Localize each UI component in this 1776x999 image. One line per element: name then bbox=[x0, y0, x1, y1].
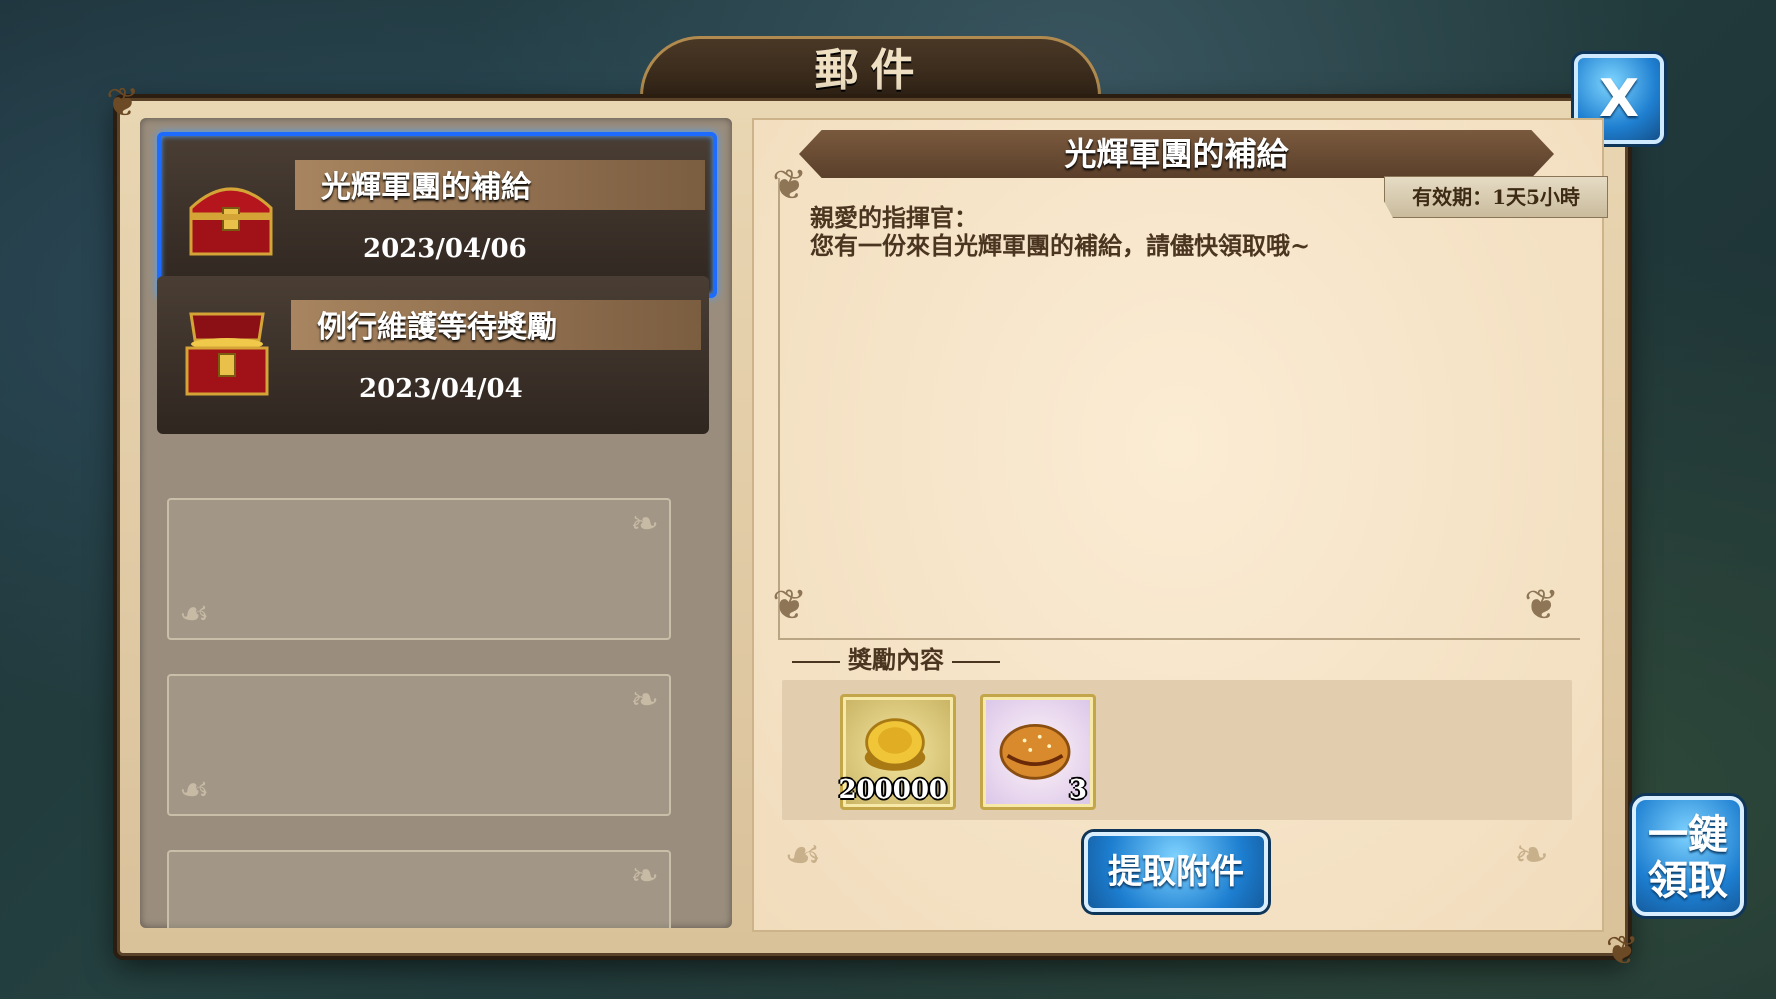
empty-mail-slot: ❧ ☙ bbox=[167, 498, 671, 640]
frame-corner-ornament: ❦ bbox=[106, 80, 140, 126]
divider bbox=[792, 660, 840, 663]
flourish-ornament: ❧ bbox=[1514, 830, 1550, 879]
claim-all-line: 一鍵 bbox=[1648, 811, 1728, 858]
flourish-ornament: ☙ bbox=[179, 594, 210, 634]
reward-item-gold[interactable]: 200000 bbox=[838, 694, 956, 810]
flourish-ornament: ☙ bbox=[179, 770, 210, 810]
window-title: 郵件 bbox=[640, 36, 1101, 103]
frame-corner-ornament: ❦ bbox=[1605, 928, 1639, 974]
empty-mail-slot: ❧ ☙ bbox=[167, 674, 671, 816]
closed-treasure-chest-icon bbox=[189, 187, 273, 256]
claim-all-line: 領取 bbox=[1648, 857, 1728, 904]
mail-item-1[interactable]: 光輝軍團的補給 2023/04/06 bbox=[157, 132, 717, 298]
reward-quantity: 3 bbox=[1068, 775, 1087, 805]
mail-detail-panel: 光輝軍團的補給 有效期：1天5小時 ❦ ❦ ❦ 親愛的指揮官： 您有一份來自光輝… bbox=[752, 118, 1608, 932]
mail-item-2[interactable]: 例行維護等待獎勵 2023/04/04 bbox=[157, 276, 709, 434]
mail-date: 2023/04/04 bbox=[359, 374, 523, 404]
flourish-ornament: ❦ bbox=[1524, 580, 1560, 629]
flourish-ornament: ❧ bbox=[630, 504, 660, 544]
mail-date: 2023/04/06 bbox=[363, 234, 527, 264]
reward-section-label: 獎勵內容 bbox=[784, 640, 1008, 675]
reward-label-text: 獎勵內容 bbox=[848, 645, 944, 674]
flourish-ornament: ❦ bbox=[772, 580, 808, 629]
reward-quantity: 200000 bbox=[838, 775, 947, 805]
mail-subject: 例行維護等待獎勵 bbox=[317, 310, 557, 345]
flourish-ornament: ❦ bbox=[772, 160, 808, 209]
divider bbox=[952, 660, 1000, 663]
flourish-ornament: ❧ bbox=[630, 680, 660, 720]
reward-strip: 200000 3 bbox=[782, 680, 1572, 820]
flourish-ornament: ❧ bbox=[630, 856, 660, 896]
letter-message: 您有一份來自光輝軍團的補給，請儘快領取哦~ bbox=[810, 231, 1311, 260]
mail-detail-title: 光輝軍團的補給 bbox=[799, 130, 1554, 178]
claim-all-button[interactable]: 一鍵 領取 bbox=[1632, 796, 1744, 916]
mail-subject: 光輝軍團的補給 bbox=[321, 170, 531, 205]
flourish-ornament: ☙ bbox=[784, 830, 822, 879]
mail-list-panel[interactable]: 光輝軍團的補給 2023/04/06 例行維護等待獎勵 2023/04/04 ❧… bbox=[140, 118, 732, 928]
open-treasure-chest-icon bbox=[185, 312, 269, 396]
reward-item-food[interactable]: 3 bbox=[980, 694, 1096, 810]
empty-mail-slot: ❧ bbox=[167, 850, 671, 928]
claim-attachment-button[interactable]: 提取附件 bbox=[1084, 832, 1268, 912]
